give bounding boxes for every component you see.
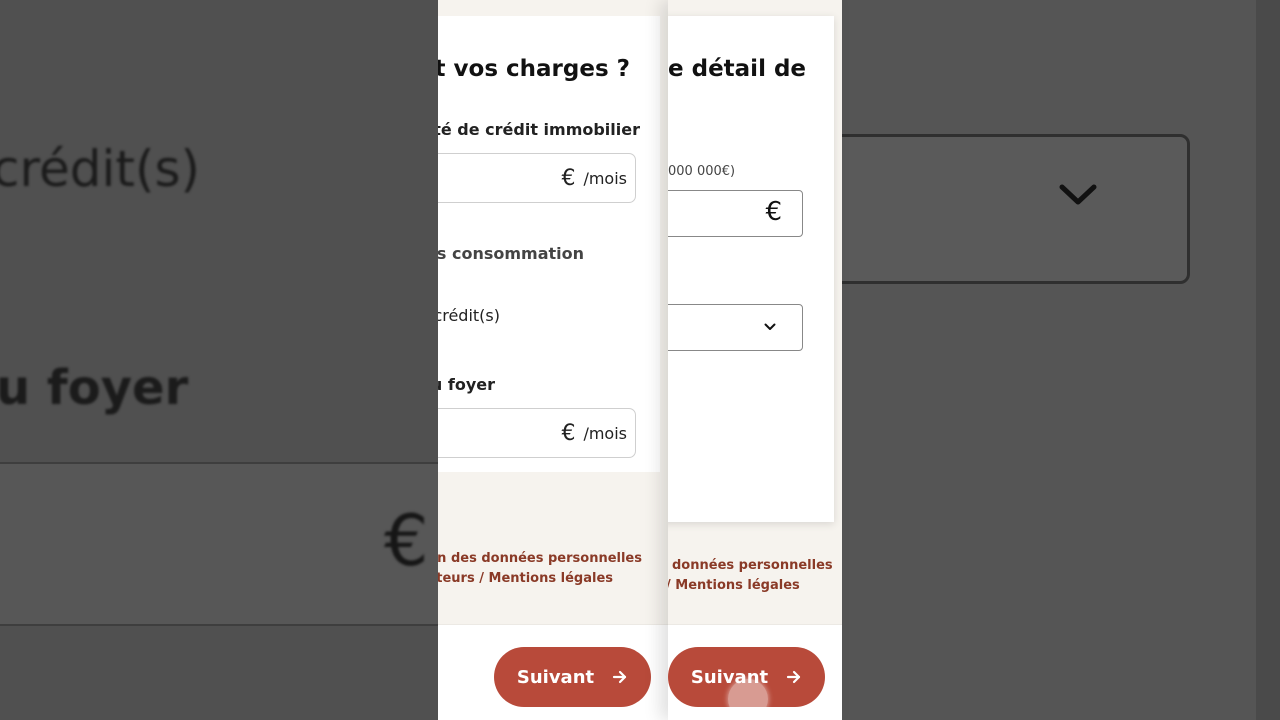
background-input-shape: [0, 462, 438, 626]
euro-icon: €: [561, 421, 576, 446]
background-credit-text: crédit(s): [0, 140, 201, 198]
detail-form-panel: e détail de 000 000€) € données personne…: [668, 0, 842, 720]
household-label: u foyer: [438, 375, 495, 394]
background-edge: [1256, 0, 1280, 720]
euro-icon: €: [384, 500, 429, 582]
legal-notice-link[interactable]: / Mentions légales: [668, 578, 800, 593]
amount-hint: 000 000€): [668, 164, 736, 179]
chevron-down-icon: [1059, 184, 1097, 205]
arrow-right-icon: [787, 670, 801, 684]
background-foyer-text: u foyer: [0, 360, 189, 416]
arrow-right-icon: [613, 670, 627, 684]
credit-count-option[interactable]: crédit(s): [438, 306, 500, 325]
page-title: t vos charges ?: [438, 56, 630, 82]
household-input-suffix: € /mois: [561, 421, 627, 446]
next-button[interactable]: Suivant: [494, 647, 651, 707]
background-right-blurred: [842, 0, 1280, 720]
mortgage-label: lité de crédit immobilier: [438, 120, 640, 139]
household-input[interactable]: € /mois: [438, 408, 636, 458]
next-button[interactable]: Suivant: [668, 647, 825, 719]
background-select-shape: [842, 134, 1190, 284]
privacy-link[interactable]: stion des données personnelles: [438, 551, 642, 566]
page-title: e détail de: [668, 56, 807, 82]
mortgage-input-suffix: € /mois: [561, 166, 627, 191]
charges-form-panel: t vos charges ? lité de crédit immobilie…: [438, 0, 668, 720]
touch-indicator: [728, 679, 768, 719]
charges-form-card: t vos charges ? lité de crédit immobilie…: [438, 16, 660, 472]
footer-bar: Suivant: [438, 624, 668, 720]
amount-input[interactable]: €: [668, 190, 803, 237]
chevron-down-icon: [764, 323, 776, 330]
privacy-link[interactable]: données personnelles: [672, 558, 833, 573]
consumer-credit-label: ts consommation: [438, 244, 584, 263]
type-select[interactable]: [668, 304, 803, 351]
detail-form-card: e détail de 000 000€) €: [668, 16, 834, 522]
euro-icon: €: [561, 166, 576, 191]
footer-bar: Suivant: [668, 624, 842, 720]
per-month-label: /mois: [583, 169, 627, 188]
per-month-label: /mois: [583, 424, 627, 443]
mortgage-input[interactable]: € /mois: [438, 153, 636, 203]
euro-icon: €: [765, 197, 782, 227]
legal-notice-link[interactable]: arateurs / Mentions légales: [438, 571, 613, 586]
background-left-blurred: crédit(s) u foyer €: [0, 0, 438, 720]
next-button-label: Suivant: [516, 666, 595, 688]
